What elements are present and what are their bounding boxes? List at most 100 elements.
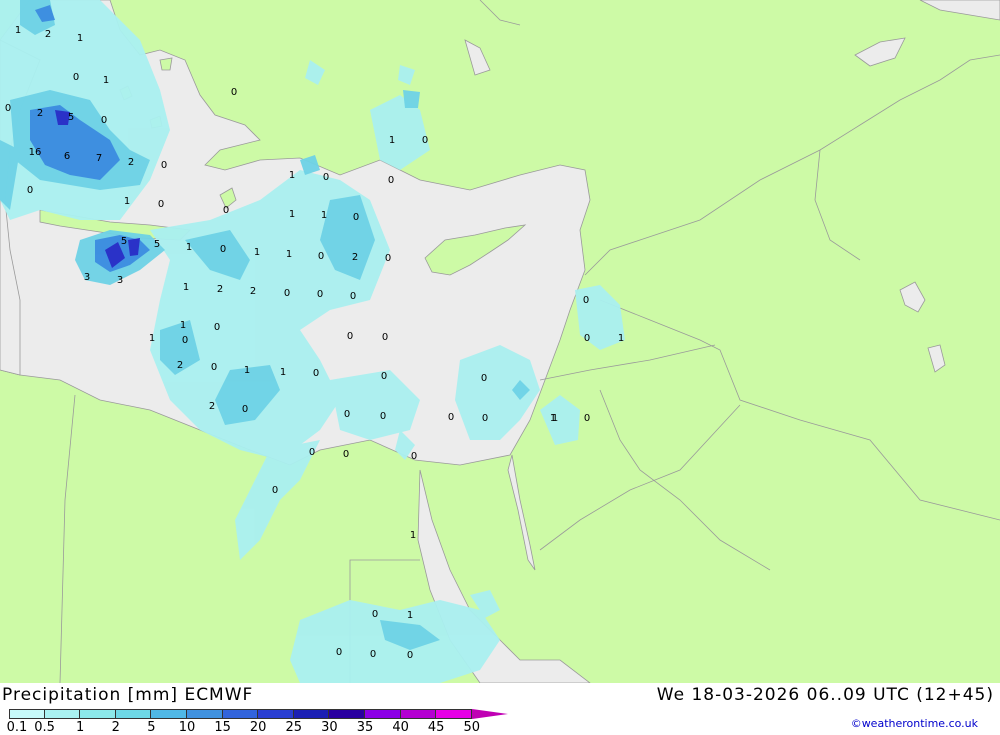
- precip-value-label: 2: [45, 29, 51, 40]
- precip-value-label: 1: [410, 530, 416, 541]
- legend-swatch: [364, 709, 401, 719]
- precip-value-label: 1: [77, 33, 83, 44]
- precip-value-label: 0: [422, 135, 428, 146]
- precip-value-label: 0: [313, 368, 319, 379]
- legend-swatch: [186, 709, 223, 719]
- precip-value-label: 1: [149, 333, 155, 344]
- precip-value-label: 0: [182, 335, 188, 346]
- precip-value-label: 0: [242, 404, 248, 415]
- legend-swatch: [400, 709, 437, 719]
- precip-value-label: 0: [220, 244, 226, 255]
- legend-swatch: [80, 709, 116, 719]
- precip-value-label: 1: [321, 210, 327, 221]
- precip-value-label: 0: [5, 103, 11, 114]
- precip-value-label: 0: [584, 413, 590, 424]
- precip-value-label: 2: [352, 252, 358, 263]
- precip-value-label: 5: [154, 239, 160, 250]
- precip-value-label: 0: [158, 199, 164, 210]
- precip-value-label: 1: [254, 247, 260, 258]
- precip-value-label: 1: [618, 333, 624, 344]
- valid-time-label: We 18-03-2026 06..09 UTC (12+45): [656, 685, 994, 705]
- legend-swatch: [222, 709, 259, 719]
- precip-value-label: 0: [317, 289, 323, 300]
- legend-swatch: [293, 709, 330, 719]
- legend-swatch: [9, 709, 45, 719]
- map-title: Precipitation [mm] ECMWF: [2, 685, 254, 705]
- precip-value-label: 0: [347, 331, 353, 342]
- precip-value-label: 0: [231, 87, 237, 98]
- precip-value-label: 0: [350, 291, 356, 302]
- precip-value-label: 1: [289, 209, 295, 220]
- precip-value-label: 0: [382, 332, 388, 343]
- legend-swatch: [329, 709, 365, 719]
- precip-value-label: 16: [29, 147, 42, 158]
- precip-value-label: 0: [343, 449, 349, 460]
- legend-colorbar: [9, 709, 508, 719]
- precip-value-label: 1: [289, 170, 295, 181]
- precip-value-label: 2: [128, 157, 134, 168]
- precip-value-label: 5: [121, 236, 127, 247]
- precip-value-label: 0: [407, 650, 413, 661]
- precip-value-label: 0: [448, 412, 454, 423]
- precip-value-label: 2: [217, 284, 223, 295]
- precip-value-label: 7: [96, 153, 102, 164]
- precip-value-label: 0: [353, 212, 359, 223]
- precip-value-label: 0: [370, 649, 376, 660]
- legend-swatch: [44, 709, 81, 719]
- precip-value-label: 0: [284, 288, 290, 299]
- precip-value-label: 0: [101, 115, 107, 126]
- precip-value-label: 2: [177, 360, 183, 371]
- precip-value-label: 3: [117, 275, 123, 286]
- map-canvas: 1 2 1 0 1 0 0 2 5 0 16 6 7 2 0 0 1 0 0 1 0 0 1 0 1 1 0 1 0 5 5 3 3 1 2 1 1 0 2…: [0, 0, 1000, 683]
- precip-value-label: 1: [15, 25, 21, 36]
- legend-swatch: [258, 709, 294, 719]
- precip-value-label: 0: [388, 175, 394, 186]
- precip-value-label: 1: [180, 320, 186, 331]
- precip-value-label: 0: [223, 205, 229, 216]
- precip-value-label: 0: [381, 371, 387, 382]
- precip-value-label: 1: [286, 249, 292, 260]
- precip-value-label: 1: [407, 610, 413, 621]
- precip-value-label: 0: [211, 362, 217, 373]
- precip-value-label: 0: [73, 72, 79, 83]
- precip-value-label: 5: [68, 112, 74, 123]
- credit-link[interactable]: ©weatherontime.co.uk: [851, 717, 978, 730]
- precip-value-label: 1: [280, 367, 286, 378]
- precip-value-label: 2: [37, 108, 43, 119]
- precip-value-label: 0: [380, 411, 386, 422]
- precip-value-label: 0: [411, 451, 417, 462]
- precip-value-label: 0: [318, 251, 324, 262]
- precip-value-label: 0: [385, 253, 391, 264]
- legend-swatch: [115, 709, 152, 719]
- precip-value-label: 0: [336, 647, 342, 658]
- precip-value-label: 0: [583, 295, 589, 306]
- precip-value-label: 1: [186, 242, 192, 253]
- legend-arrow: [471, 709, 508, 719]
- precip-value-label: 0: [482, 413, 488, 424]
- precip-value-label: 1: [389, 135, 395, 146]
- precip-value-label: 1: [550, 413, 556, 424]
- legend-swatch: [151, 709, 187, 719]
- precip-value-label: 0: [161, 160, 167, 171]
- precip-value-label: 1: [244, 365, 250, 376]
- precip-value-label: 2: [250, 286, 256, 297]
- map-footer: Precipitation [mm] ECMWF We 18-03-2026 0…: [0, 683, 1000, 735]
- precip-value-label: 0: [214, 322, 220, 333]
- legend-labels: 0.1 0.5 1 2 5 10 15 20 25 30 35 40 45 50: [0, 720, 560, 735]
- precip-value-label: 2: [209, 401, 215, 412]
- precip-value-label: 1: [103, 75, 109, 86]
- precip-value-label: 0: [584, 333, 590, 344]
- precip-value-label: 0: [481, 373, 487, 384]
- precip-value-label: 6: [64, 151, 70, 162]
- legend-swatch: [436, 709, 472, 719]
- aegean-island: [159, 57, 173, 71]
- precip-value-label: 0: [272, 485, 278, 496]
- precip-value-label: 0: [27, 185, 33, 196]
- precip-value-label: 1: [183, 282, 189, 293]
- precip-value-label: 0: [344, 409, 350, 420]
- precip-value-label: 0: [372, 609, 378, 620]
- precipitation-map[interactable]: 1 2 1 0 1 0 0 2 5 0 16 6 7 2 0 0 1 0 0 1 0 0 1 0 1 1 0 1 0 5 5 3 3 1 2 1 1 0 2…: [0, 0, 1000, 683]
- precip-value-label: 3: [84, 272, 90, 283]
- precip-value-label: 0: [323, 172, 329, 183]
- precip-value-label: 1: [124, 196, 130, 207]
